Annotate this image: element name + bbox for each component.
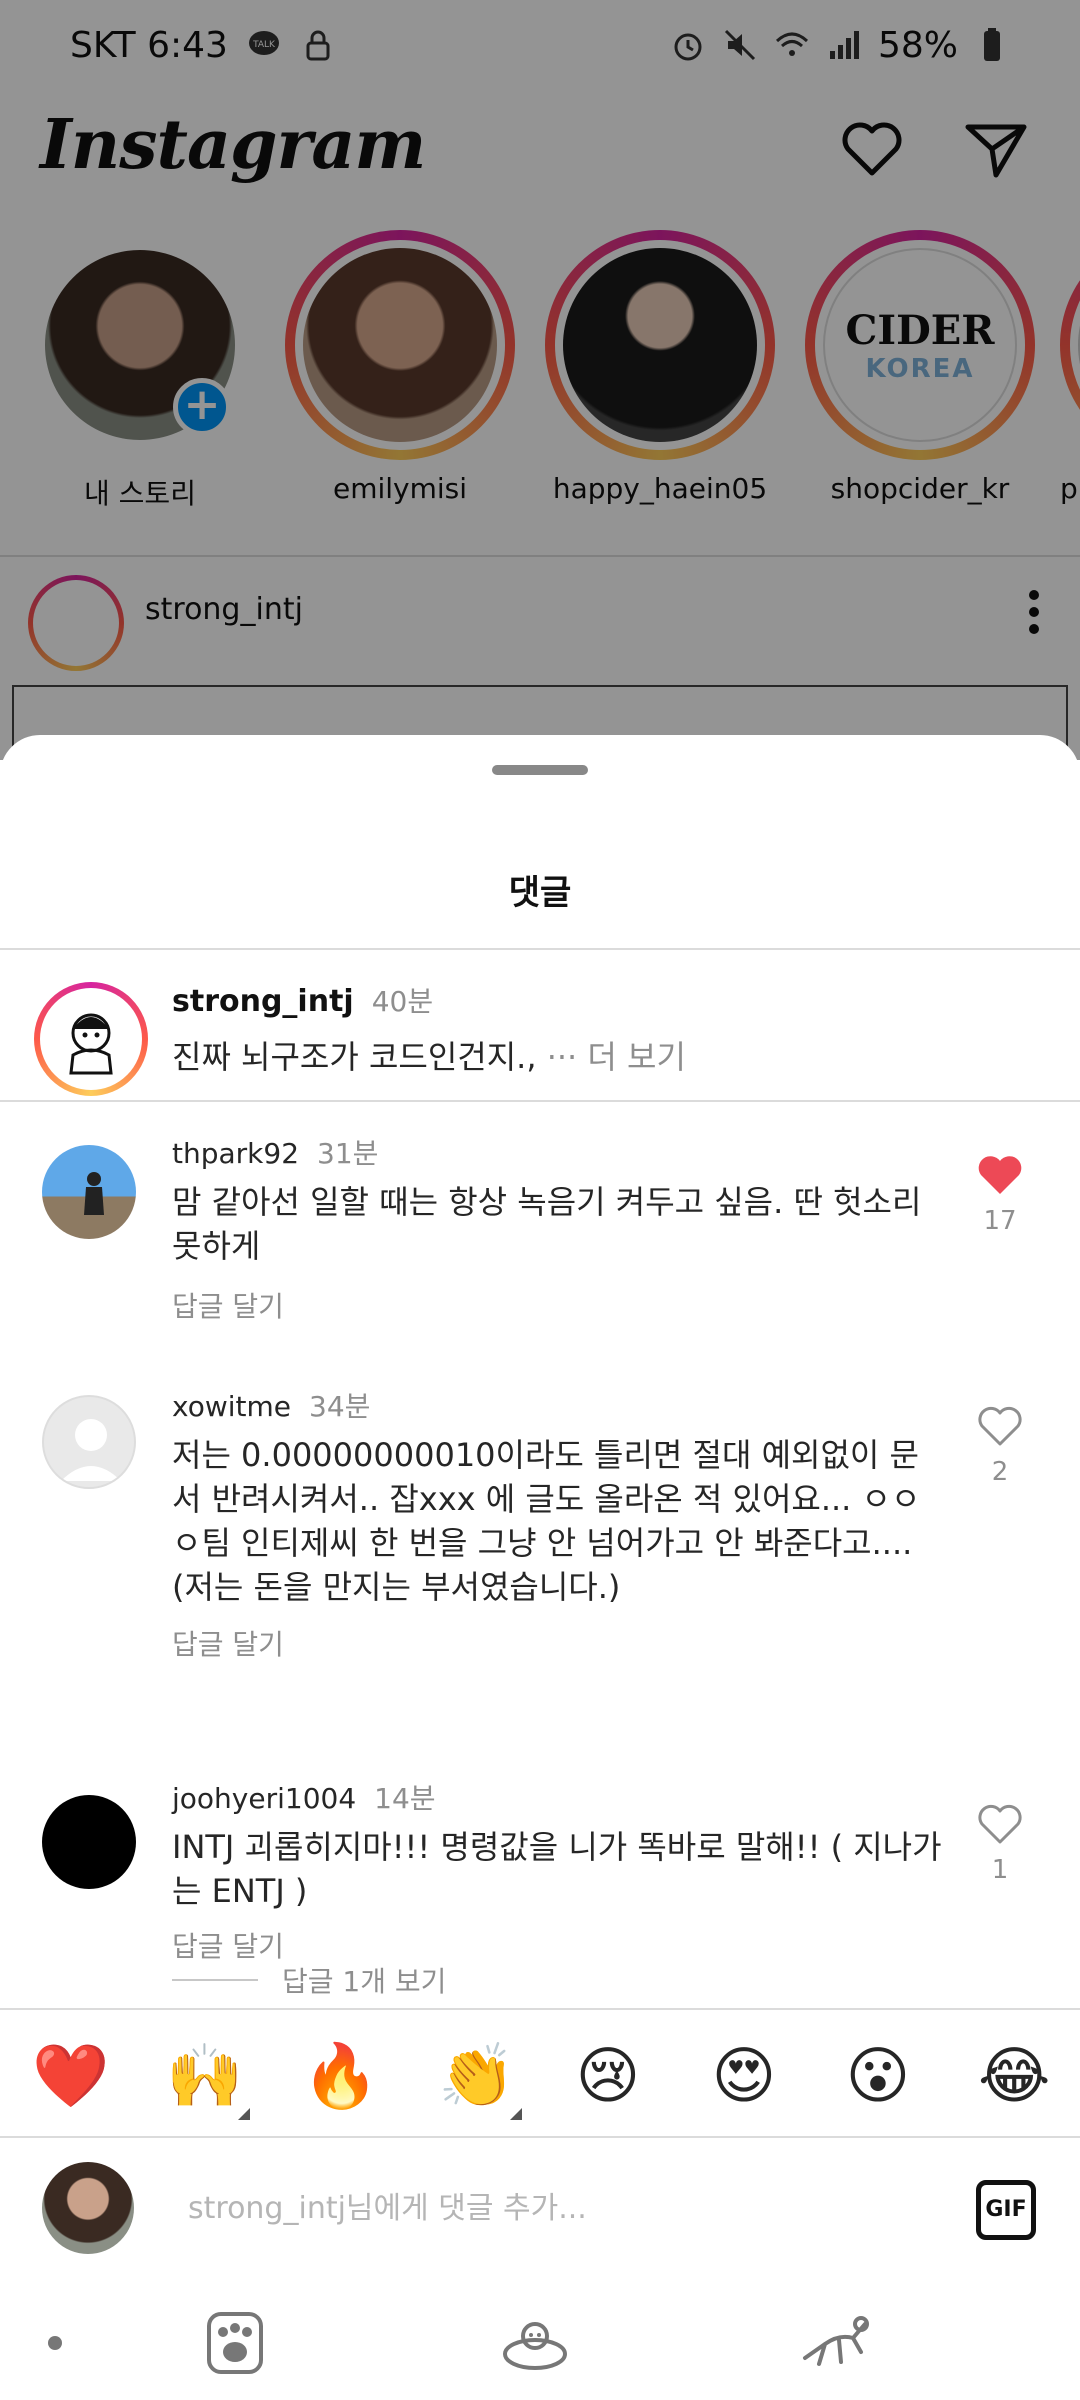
caption-text-row: 진짜 뇌구조가 코드인건지., ··· 더 보기 (172, 1035, 942, 1079)
replies-line (172, 1979, 258, 1981)
caption-time: 40분 (371, 985, 434, 1018)
emoji-crying[interactable]: 😢 (572, 2040, 644, 2112)
like-count: 2 (991, 1457, 1009, 1487)
dog-home-icon[interactable] (495, 2308, 575, 2378)
comment-time: 14분 (374, 1782, 436, 1815)
my-avatar (42, 2162, 134, 2254)
default-avatar-icon (61, 1419, 121, 1481)
bottom-navigation (0, 2280, 1080, 2400)
reply-button[interactable]: 답글 달기 (172, 1925, 284, 1965)
caption-meta: strong_intj 40분 (172, 980, 433, 1020)
paw-icon[interactable] (195, 2308, 275, 2378)
divider (0, 948, 1080, 950)
emoji-surprised[interactable]: 😮 (842, 2040, 914, 2112)
emoji-laughing[interactable]: 😂 (978, 2040, 1050, 2112)
comment-username[interactable]: thpark92 (172, 1137, 299, 1170)
emoji-quick-bar: ❤️ 🙌 🔥 👏 😢 😍 😮 😂 (0, 2008, 1080, 2138)
emoji-raising-hands[interactable]: 🙌 (166, 2040, 250, 2120)
comment-text: 맘 같아선 일할 때는 항상 녹음기 켜두고 싶음. 딴 헛소리 못하게 (172, 1183, 922, 1265)
emoji-fire[interactable]: 🔥 (302, 2040, 379, 2112)
heart-outline-icon (978, 1406, 1022, 1446)
background-feed: SKT 6:43 TALK 58% Instagram + 내 스토리 emil… (0, 0, 1080, 760)
view-replies-label: 답글 1개 보기 (282, 1965, 447, 1998)
comment-text: INTJ 괴롭히지마!!! 명령값을 니가 똑바로 말해!! ( 지나가는 EN… (172, 1828, 942, 1910)
comment-avatar[interactable] (42, 1145, 136, 1239)
comment-avatar[interactable] (42, 1795, 136, 1889)
like-button[interactable]: 17 (970, 1154, 1030, 1236)
like-count: 1 (991, 1855, 1009, 1885)
comment-input[interactable] (188, 2180, 948, 2236)
emoji-heart-eyes[interactable]: 😍 (708, 2040, 780, 2112)
comment-username[interactable]: xowitme (172, 1390, 291, 1423)
caption-more-link[interactable]: ··· 더 보기 (547, 1038, 686, 1076)
comment-composer: GIF (0, 2140, 1080, 2270)
caption-author-avatar[interactable] (34, 982, 148, 1096)
like-button[interactable]: 1 (970, 1803, 1030, 1885)
sheet-title: 댓글 (508, 873, 572, 913)
reply-button[interactable]: 답글 달기 (172, 1285, 284, 1325)
view-replies-button[interactable]: 답글 1개 보기 (172, 1960, 446, 2000)
like-count: 17 (983, 1206, 1017, 1236)
comment-text: 저는 0.00000000010이라도 틀리면 절대 예외없이 문서 반려시켜서… (172, 1436, 921, 1606)
modal-scrim[interactable] (0, 0, 1080, 760)
dog-running-icon[interactable] (795, 2308, 875, 2378)
heart-outline-icon (978, 1804, 1022, 1844)
comment-username[interactable]: joohyeri1004 (172, 1782, 356, 1815)
nav-dot (48, 2336, 62, 2350)
person-photo-icon (84, 1172, 104, 1215)
sheet-drag-handle[interactable] (492, 765, 588, 775)
comment-time: 31분 (317, 1137, 379, 1170)
like-button[interactable]: 2 (970, 1405, 1030, 1487)
caption-username[interactable]: strong_intj (172, 984, 354, 1019)
reply-button[interactable]: 답글 달기 (172, 1623, 284, 1663)
comment-avatar[interactable] (42, 1395, 136, 1489)
cartoon-avatar-icon (69, 1013, 113, 1075)
emoji-heart[interactable]: ❤️ (32, 2040, 109, 2112)
emoji-clapping[interactable]: 👏 (438, 2040, 522, 2120)
divider (0, 1100, 1080, 1102)
heart-filled-icon (978, 1156, 1022, 1194)
comment-time: 34분 (309, 1390, 371, 1423)
gif-button[interactable]: GIF (976, 2180, 1036, 2240)
caption-text: 진짜 뇌구조가 코드인건지., (172, 1038, 537, 1076)
